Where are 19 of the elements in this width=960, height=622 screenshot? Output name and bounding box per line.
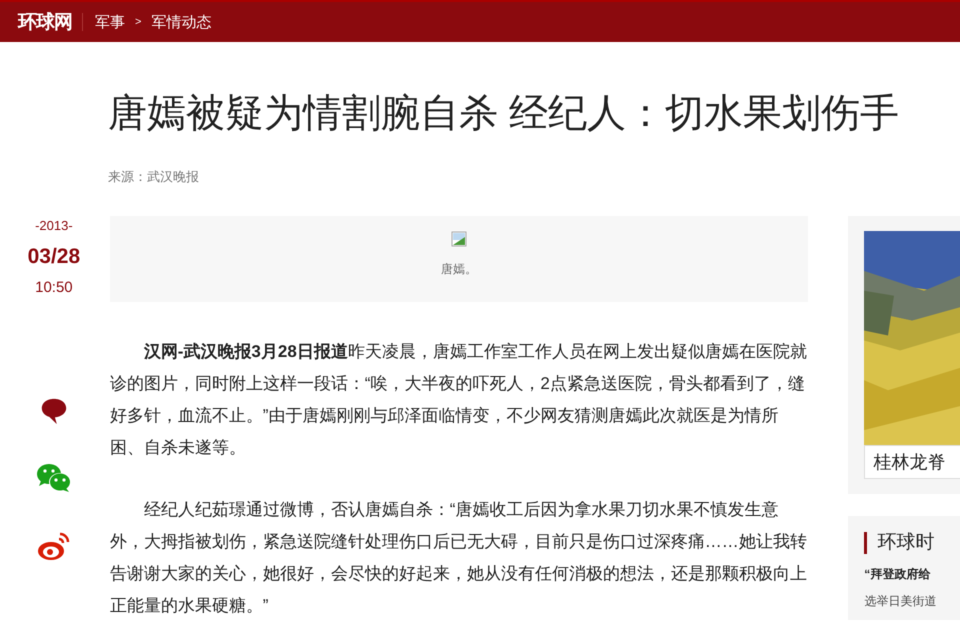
image-caption: 唐嫣。 xyxy=(441,261,477,278)
breadcrumb-separator: > xyxy=(135,16,142,28)
date-time: 10:50 xyxy=(35,279,73,296)
date-year: -2013- xyxy=(35,218,73,233)
photo-caption[interactable]: 桂林龙脊 xyxy=(864,445,960,479)
date-day: 03/28 xyxy=(28,245,80,269)
weibo-icon[interactable] xyxy=(36,530,72,562)
breadcrumb-link[interactable]: 军情动态 xyxy=(151,12,212,32)
news-link[interactable]: 选举日美街道 xyxy=(864,593,960,610)
headline-link[interactable]: “拜登政府给 xyxy=(864,566,960,583)
site-logo[interactable]: 环球网 xyxy=(18,9,72,35)
article-source: 来源：武汉晚报 xyxy=(108,168,200,186)
article-paragraph: 经纪人纪茹璟通过微博，否认唐嫣自杀：“唐嫣收工后因为拿水果刀切水果不慎发生意外，大拇指被划伤，紧急送院缝针处理伤口后已无大碍，目前只是伤口过深疼痛……她让我转告谢谢大家的关心，她很好，会尽快的好起来，她从没有任何消极的想法，还是那颗积极向上正能量的水果硬糖。” xyxy=(110,499,808,617)
article-title: 唐嫣被疑为情割腕自杀 经纪人：切水果划伤手 xyxy=(108,91,900,137)
wechat-icon[interactable] xyxy=(36,462,72,494)
breadcrumb-link[interactable]: 军事 xyxy=(95,12,125,32)
section-title: 环球时 xyxy=(864,532,960,554)
broken-image-icon xyxy=(451,231,467,247)
article-paragraph: 汉网-武汉晚报3月28日报道昨天凌晨，唐嫣工作室工作人员在网上发出疑似唐嫣在医院就诊的图片，同时附上这样一段话：“唉，大半夜的吓死人，2点紧急送医院，骨头都看到了，缝好多针，血流不止。”由于唐嫣刚刚与邱泽面临情变，不少网友猜测唐嫣此次就医是为情所困、自杀未遂等。 xyxy=(110,341,808,459)
